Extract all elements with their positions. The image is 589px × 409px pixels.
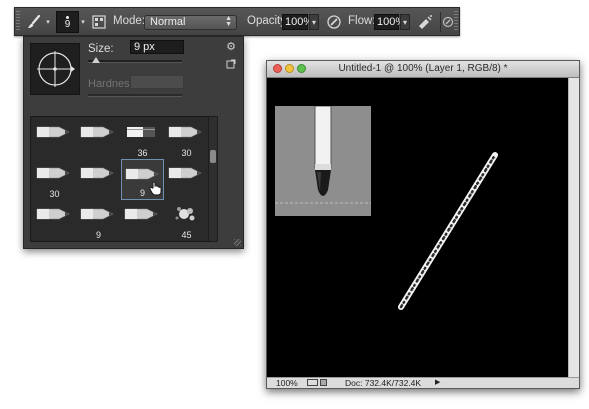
options-bar-grip[interactable] <box>16 11 20 32</box>
pencil-brush-icon <box>79 121 117 146</box>
brush-panel-toggle-icon[interactable] <box>91 14 107 30</box>
pressure-opacity-icon[interactable] <box>325 13 343 31</box>
document-title: Untitled-1 @ 100% (Layer 1, RGB/8) * <box>338 63 508 74</box>
brush-preset-cell[interactable]: 36 <box>121 118 164 159</box>
select-arrows-icon: ▲ ▼ <box>225 15 232 28</box>
status-icon <box>320 379 327 386</box>
size-slider-thumb[interactable] <box>91 57 100 63</box>
brush-preset-cell[interactable] <box>165 159 208 200</box>
status-icon <box>307 379 318 386</box>
brush-preset-cell[interactable] <box>33 200 76 241</box>
size-slider-track[interactable] <box>88 60 182 63</box>
document-statusbar: 100% Doc: 732.4K/732.4K ▶ <box>267 377 579 388</box>
pencil-brush-icon <box>35 203 73 228</box>
tool-preset-dropdown-arrow[interactable]: ▾ <box>44 16 52 28</box>
pencil-brush-icon <box>79 203 117 228</box>
brush-preset-size: 30 <box>181 148 192 158</box>
brush-preset-cell[interactable] <box>77 118 120 159</box>
vertical-scrollbar[interactable] <box>568 78 579 378</box>
brush-preset-cell[interactable]: 9 <box>77 200 120 241</box>
flow-label: Flow: <box>348 15 376 27</box>
brush-preset-size: 30 <box>49 189 60 199</box>
pencil-brush-icon <box>79 162 117 187</box>
mode-label: Mode: <box>113 15 145 27</box>
pencil-brush-icon <box>167 121 205 146</box>
size-value: 9 px <box>134 41 155 53</box>
splatter-brush-icon <box>167 203 205 228</box>
canvas[interactable] <box>267 78 569 378</box>
preset-scrollbar[interactable] <box>208 116 218 242</box>
new-preset-icon[interactable] <box>225 58 236 69</box>
brush-preset-cell[interactable] <box>33 118 76 159</box>
panel-resize-grip[interactable] <box>234 239 241 246</box>
brush-size-readout: 9 <box>64 19 71 30</box>
document-size-readout: Doc: 732.4K/732.4K <box>345 378 422 388</box>
brush-preset-picker[interactable]: 9 <box>56 11 79 33</box>
mode-select-value: Normal <box>150 16 186 28</box>
marker-brush-icon <box>123 121 161 146</box>
brush-preset-size: 45 <box>181 230 192 240</box>
tool-options-bar: ▾ 9 ▾ Mode: Normal ▲ ▼ Opacity: 100% ▾ Fl… <box>14 7 460 36</box>
document-titlebar[interactable]: Untitled-1 @ 100% (Layer 1, RGB/8) * <box>267 61 579 78</box>
brush-preset-cell[interactable]: 9 <box>121 159 164 200</box>
brush-preset-dropdown-arrow[interactable]: ▾ <box>79 16 87 28</box>
hand-cursor-icon <box>149 181 163 199</box>
brush-preset-cell[interactable]: 45 <box>165 200 208 241</box>
hardness-slider-track <box>88 94 182 97</box>
pencil-brush-icon <box>167 162 205 187</box>
status-menu-arrow-icon[interactable]: ▶ <box>435 378 440 388</box>
size-label: Size: <box>88 43 114 55</box>
gear-icon[interactable]: ⚙ <box>224 39 238 53</box>
pencil-stroke <box>398 152 498 310</box>
zoom-readout[interactable]: 100% <box>276 378 298 388</box>
pencil-brush-icon <box>35 162 73 187</box>
document-window: Untitled-1 @ 100% (Layer 1, RGB/8) * 100… <box>266 60 580 389</box>
opacity-slider-dropdown[interactable]: ▾ <box>309 14 319 30</box>
brush-preset-cell[interactable] <box>77 159 120 200</box>
brush-preset-size: 36 <box>137 148 148 158</box>
brush-preset-size: 9 <box>95 230 101 240</box>
brush-preset-cell[interactable] <box>121 200 164 241</box>
pencil-brush-icon <box>123 203 161 228</box>
mode-select[interactable]: Normal ▲ ▼ <box>144 15 237 30</box>
brush-angle-preview[interactable] <box>30 43 80 95</box>
brush-preset-cell[interactable]: 30 <box>165 118 208 159</box>
preset-scrollbar-thumb[interactable] <box>210 150 216 163</box>
brush-preset-grid: 36 30 30 9 9 45 <box>30 116 214 242</box>
brush-preset-panel: Size: 9 px Hardness: ⚙ 36 30 30 9 9 45 <box>23 36 244 249</box>
airbrush-icon[interactable] <box>416 13 434 31</box>
flow-field[interactable]: 100% <box>374 14 405 30</box>
flow-slider-dropdown[interactable]: ▾ <box>400 14 410 30</box>
size-field[interactable]: 9 px <box>130 40 184 54</box>
options-bar-grip-right[interactable] <box>454 11 458 32</box>
brush-preset-cell[interactable]: 30 <box>33 159 76 200</box>
brush-tool-icon[interactable] <box>24 12 44 32</box>
hardness-field <box>130 75 184 89</box>
tablet-pressure-size-icon[interactable] <box>440 12 455 32</box>
pencil-brush-icon <box>35 121 73 146</box>
opacity-field[interactable]: 100% <box>282 14 313 30</box>
